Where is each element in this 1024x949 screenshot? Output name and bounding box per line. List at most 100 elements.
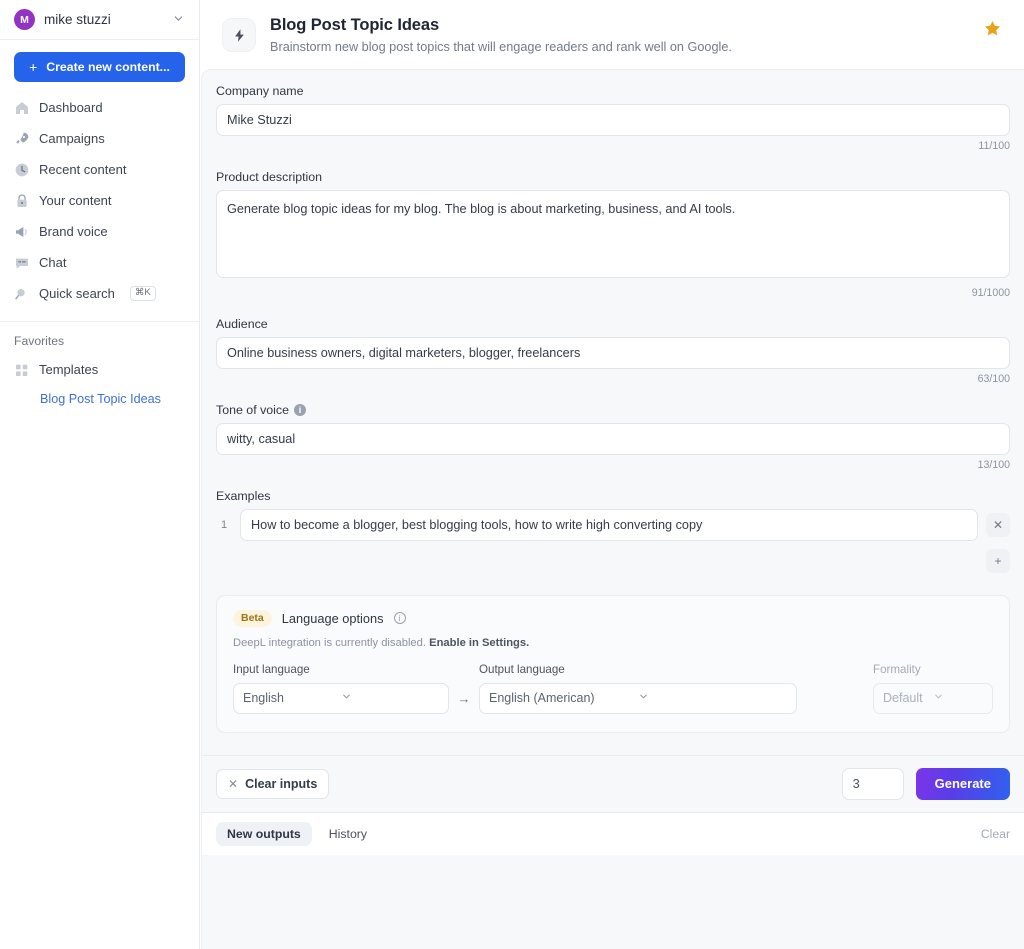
info-icon[interactable]: i — [294, 404, 306, 416]
field-audience: Audience 63/100 — [202, 317, 1024, 385]
form-body: Company name 11/100 Product description … — [202, 70, 1024, 812]
example-add-row: + — [216, 549, 1010, 573]
enable-in-settings-link[interactable]: Enable in Settings. — [429, 637, 529, 649]
field-examples: Examples 1 ✕ + — [202, 489, 1024, 573]
sidebar-item-blog-post-topic-ideas[interactable]: Blog Post Topic Ideas — [0, 385, 199, 413]
sidebar-item-campaigns[interactable]: Campaigns — [0, 123, 199, 154]
output-language-value: English (American) — [489, 691, 638, 705]
output-tabs: New outputs History Clear — [202, 812, 1024, 855]
plus-icon: + — [29, 59, 37, 75]
sidebar: M mike stuzzi + Create new content... Da… — [0, 0, 200, 949]
close-icon[interactable]: ✕ — [986, 513, 1010, 537]
sidebar-item-chat[interactable]: Chat — [0, 247, 199, 278]
field-company-name: Company name 11/100 — [202, 84, 1024, 152]
info-circle-icon[interactable]: i — [394, 612, 406, 624]
sidebar-item-brand-voice[interactable]: Brand voice — [0, 216, 199, 247]
formality-select[interactable]: Default — [873, 683, 993, 714]
star-icon[interactable] — [983, 19, 1002, 38]
home-icon — [14, 100, 30, 116]
sidebar-item-your-content[interactable]: Your content — [0, 185, 199, 216]
sidebar-item-templates[interactable]: Templates — [0, 354, 199, 385]
company-name-input[interactable] — [216, 104, 1010, 136]
language-options-header: Beta Language options i — [233, 610, 993, 627]
language-options-note-text: DeepL integration is currently disabled. — [233, 637, 426, 649]
user-account-switcher[interactable]: M mike stuzzi — [0, 0, 199, 40]
input-language-select[interactable]: English — [233, 683, 449, 714]
formality-label: Formality — [873, 663, 993, 676]
clear-inputs-button[interactable]: ✕ Clear inputs — [216, 769, 329, 799]
sidebar-item-label: Brand voice — [39, 224, 108, 239]
output-language-select[interactable]: English (American) — [479, 683, 797, 714]
audience-counter: 63/100 — [216, 373, 1010, 385]
favorites-heading: Favorites — [0, 322, 199, 354]
field-tone-of-voice: Tone of voice i 0 13/100 — [202, 403, 1024, 471]
audience-input[interactable] — [216, 337, 1010, 369]
sidebar-item-recent-content[interactable]: Recent content — [0, 154, 199, 185]
spacer — [202, 299, 1024, 317]
action-bar: ✕ Clear inputs Generate — [202, 755, 1024, 812]
chevron-down-icon[interactable] — [172, 12, 185, 28]
output-language-col: Output language English (American) — [479, 663, 797, 714]
create-new-content-label: Create new content... — [46, 60, 170, 74]
page-title: Blog Post Topic Ideas — [270, 16, 969, 35]
output-quantity-input[interactable] — [842, 768, 904, 800]
sidebar-item-dashboard[interactable]: Dashboard — [0, 92, 199, 123]
template-form-panel: Company name 11/100 Product description … — [201, 69, 1024, 949]
sidebar-item-label: Quick search — [39, 286, 115, 301]
sidebar-item-label: Chat — [39, 255, 66, 270]
app-root: M mike stuzzi + Create new content... Da… — [0, 0, 1024, 949]
chevron-down-icon — [341, 691, 439, 705]
clear-inputs-label: Clear inputs — [245, 777, 317, 791]
arrow-right-icon: → — [449, 691, 479, 714]
close-icon: ✕ — [228, 777, 238, 791]
create-new-content-button[interactable]: + Create new content... — [14, 52, 185, 82]
lightning-bolt-icon — [222, 18, 256, 52]
tone-of-voice-input[interactable] — [216, 423, 1010, 455]
megaphone-icon — [14, 224, 30, 240]
tone-of-voice-label: Tone of voice i — [216, 403, 1010, 417]
tone-of-voice-label-text: Tone of voice — [216, 403, 289, 417]
create-new-content-wrap: + Create new content... — [0, 40, 199, 92]
grid-icon — [14, 362, 30, 378]
sidebar-item-label: Campaigns — [39, 131, 105, 146]
rocket-icon — [14, 131, 30, 147]
input-language-col: Input language English — [233, 663, 449, 714]
main-content: Blog Post Topic Ideas Brainstorm new blo… — [200, 0, 1024, 949]
language-options-title: Language options — [282, 611, 384, 626]
avatar: M — [14, 9, 35, 30]
input-language-value: English — [243, 691, 341, 705]
formality-col: Formality Default — [873, 663, 993, 714]
spacer — [202, 385, 1024, 403]
sidebar-item-label: Templates — [39, 362, 98, 377]
plus-icon[interactable]: + — [986, 549, 1010, 573]
product-description-textarea[interactable]: Generate blog topic ideas for my blog. T… — [216, 190, 1010, 278]
product-description-counter: 91/1000 — [216, 287, 1010, 299]
clock-icon — [14, 162, 30, 178]
generate-button[interactable]: Generate — [916, 768, 1010, 800]
clear-outputs-link[interactable]: Clear — [981, 827, 1010, 841]
spacer — [202, 471, 1024, 489]
company-name-label: Company name — [216, 84, 1010, 98]
language-options-grid: Input language English → Output language — [233, 663, 993, 714]
search-icon — [14, 286, 30, 302]
output-language-label: Output language — [479, 663, 797, 676]
sidebar-item-label: Dashboard — [39, 100, 103, 115]
field-product-description: Product description Generate blog topic … — [202, 170, 1024, 299]
example-input[interactable] — [240, 509, 978, 541]
user-name: mike stuzzi — [44, 12, 163, 27]
tab-new-outputs[interactable]: New outputs — [216, 822, 312, 846]
lock-icon — [14, 193, 30, 209]
audience-label: Audience — [216, 317, 1010, 331]
sidebar-item-quick-search[interactable]: Quick search ⌘K — [0, 278, 199, 309]
quick-search-shortcut: ⌘K — [130, 286, 156, 301]
tab-history[interactable]: History — [318, 822, 378, 846]
sidebar-item-label: Your content — [39, 193, 112, 208]
formality-value: Default — [883, 691, 933, 705]
page-subtitle: Brainstorm new blog post topics that wil… — [270, 40, 969, 54]
chevron-down-icon — [933, 691, 983, 705]
template-titles: Blog Post Topic Ideas Brainstorm new blo… — [270, 16, 969, 54]
sidebar-nav: Dashboard Campaigns Recent content Your … — [0, 92, 199, 317]
template-header: Blog Post Topic Ideas Brainstorm new blo… — [200, 0, 1024, 69]
sidebar-item-label: Recent content — [39, 162, 126, 177]
language-options-note: DeepL integration is currently disabled.… — [233, 637, 993, 649]
